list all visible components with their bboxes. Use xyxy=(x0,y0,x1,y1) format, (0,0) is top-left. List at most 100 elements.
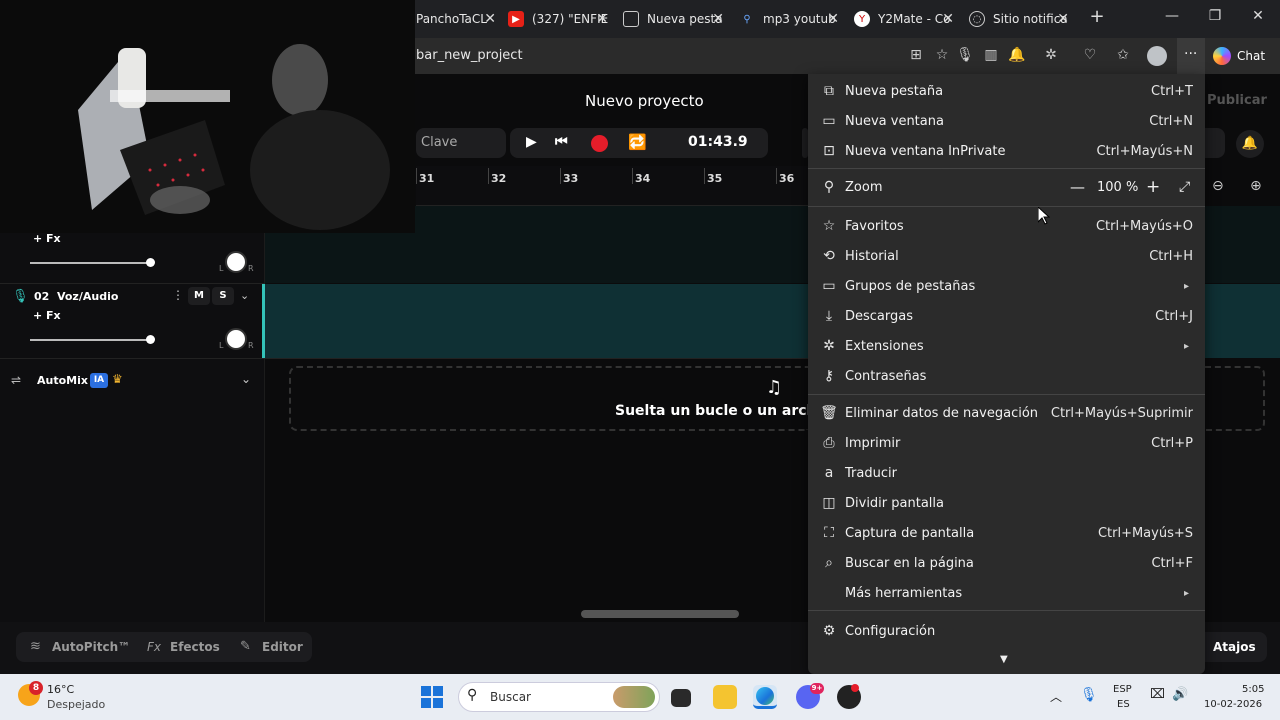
menu-item-screenshot[interactable]: ⛶ Captura de pantalla Ctrl+Mayús+S xyxy=(808,518,1205,548)
app-available-icon[interactable]: ⊞ xyxy=(907,46,925,64)
menu-item-print[interactable]: ⎙ Imprimir Ctrl+P xyxy=(808,428,1205,458)
record-icon[interactable] xyxy=(591,135,608,152)
close-tab-icon[interactable]: ✕ xyxy=(596,11,608,27)
network-icon[interactable]: ⌧ xyxy=(1150,687,1165,702)
chevron-up-icon[interactable]: ︿ xyxy=(1050,688,1062,705)
close-tab-icon[interactable]: ✕ xyxy=(712,11,724,27)
profile-avatar[interactable] xyxy=(1147,46,1167,66)
zoom-plus-button[interactable]: + xyxy=(1146,177,1160,197)
tab-youtube[interactable]: ▶ (327) "ENFIE ✕ xyxy=(508,0,608,38)
tab-nueva-pestana[interactable]: Nueva pesta ✕ xyxy=(623,0,724,38)
new-tab-button[interactable]: + xyxy=(1087,6,1107,27)
maximize-button[interactable]: ❐ xyxy=(1205,8,1225,24)
track-menu-icon[interactable]: ⋮ xyxy=(172,288,184,302)
menu-item-inprivate[interactable]: ⊡ Nueva ventana InPrivate Ctrl+Mayús+N xyxy=(808,136,1205,166)
minimize-button[interactable]: — xyxy=(1162,8,1182,24)
address-input[interactable]: bar_new_project xyxy=(416,48,523,63)
browser-essentials-icon[interactable]: ♡ xyxy=(1081,46,1099,64)
close-tab-icon[interactable]: ✕ xyxy=(942,11,954,27)
weather-temp[interactable]: 16°C xyxy=(47,683,74,696)
zoom-in-icon[interactable]: ⊕ xyxy=(1250,178,1262,194)
loop-icon[interactable]: 🔁 xyxy=(628,133,647,151)
tab-mp3-youtube[interactable]: ⚲ mp3 youtub ✕ xyxy=(739,0,839,38)
menu-item-tab-groups[interactable]: ▭ Grupos de pestañas ▸ xyxy=(808,271,1205,301)
volume-handle[interactable] xyxy=(146,258,155,267)
notifications-icon[interactable]: 🔔 xyxy=(1008,46,1026,64)
play-icon[interactable]: ▶ xyxy=(526,134,537,150)
skip-back-icon[interactable]: ⏮ xyxy=(555,134,568,150)
scroll-down-icon[interactable]: ▼ xyxy=(1000,654,1008,665)
shortcuts-button[interactable]: Atajos xyxy=(1205,632,1267,662)
tab-sitio-notificacion[interactable]: ◌ Sitio notifica ✕ xyxy=(969,0,1069,38)
menu-item-new-tab[interactable]: ⧉ Nueva pestaña Ctrl+T xyxy=(808,76,1205,106)
settings-more-button[interactable]: ··· xyxy=(1177,38,1205,74)
task-view-icon[interactable] xyxy=(671,689,691,707)
publish-button[interactable]: Publicar xyxy=(1205,84,1280,116)
favorite-star-icon[interactable]: ☆ xyxy=(933,46,951,64)
volume-slider[interactable] xyxy=(30,339,150,341)
autopitch-button[interactable]: AutoPitch™ xyxy=(52,640,130,654)
menu-item-extensions[interactable]: ✲ Extensiones ▸ xyxy=(808,331,1205,361)
file-explorer-icon[interactable] xyxy=(713,685,737,709)
project-title[interactable]: Nuevo proyecto xyxy=(585,92,704,110)
reading-view-icon[interactable]: ▥ xyxy=(982,46,1000,64)
menu-item-history[interactable]: ⟲ Historial Ctrl+H xyxy=(808,241,1205,271)
menu-item-settings[interactable]: ⚙ Configuración xyxy=(808,616,1205,646)
track-name[interactable]: 02 Voz/Audio xyxy=(34,290,118,303)
toolbar-pill-right[interactable] xyxy=(1205,128,1225,158)
close-window-button[interactable]: ✕ xyxy=(1248,8,1268,24)
editor-button[interactable]: Editor xyxy=(262,640,303,654)
language-top[interactable]: ESP xyxy=(1113,684,1132,695)
menu-item-find[interactable]: ⌕ Buscar en la página Ctrl+F xyxy=(808,548,1205,578)
fullscreen-icon[interactable]: ⤢ xyxy=(1179,179,1190,195)
taskbar-search[interactable]: ⚲ Buscar xyxy=(458,682,660,712)
add-fx-button[interactable]: + Fx xyxy=(33,232,61,245)
drop-zone-right[interactable] xyxy=(1205,366,1265,431)
track-lane-2[interactable] xyxy=(265,284,808,358)
key-button[interactable]: Clave xyxy=(416,128,506,158)
volume-handle[interactable] xyxy=(146,335,155,344)
menu-item-split-screen[interactable]: ◫ Dividir pantalla xyxy=(808,488,1205,518)
horizontal-scrollbar[interactable] xyxy=(581,610,739,618)
menu-item-favorites[interactable]: ☆ Favoritos Ctrl+Mayús+O xyxy=(808,211,1205,241)
extensions-icon[interactable]: ✲ xyxy=(1042,46,1060,64)
track-lane-1-right[interactable] xyxy=(1205,206,1280,283)
menu-label: Traducir xyxy=(845,465,897,481)
solo-button[interactable]: S xyxy=(212,287,234,305)
automix-label[interactable]: AutoMix xyxy=(37,374,88,387)
drop-zone[interactable] xyxy=(289,366,808,431)
menu-item-more-tools[interactable]: Más herramientas ▸ xyxy=(808,578,1205,608)
timeline-ruler[interactable] xyxy=(416,166,808,206)
menu-item-translate[interactable]: a Traducir xyxy=(808,458,1205,488)
menu-separator xyxy=(808,394,1205,395)
tab-panchotacl[interactable]: PanchoTaCL ✕ xyxy=(416,0,496,38)
favorites-icon[interactable]: ✩ xyxy=(1114,46,1132,64)
zoom-out-icon[interactable]: ⊖ xyxy=(1212,178,1224,194)
microphone-icon[interactable]: 🎙 xyxy=(956,46,974,64)
edge-icon[interactable] xyxy=(753,685,777,709)
zoom-minus-button[interactable]: — xyxy=(1070,178,1085,196)
menu-item-clear-data[interactable]: 🗑 Eliminar datos de navegación Ctrl+Mayús+… xyxy=(808,398,1205,428)
track-lane-2-right[interactable] xyxy=(1205,284,1280,358)
add-fx-button[interactable]: + Fx xyxy=(33,309,61,322)
close-tab-icon[interactable]: ✕ xyxy=(827,11,839,27)
menu-item-new-window[interactable]: ▭ Nueva ventana Ctrl+N xyxy=(808,106,1205,136)
copilot-chat-button[interactable]: Chat xyxy=(1213,44,1275,68)
chevron-down-icon[interactable]: ⌄ xyxy=(240,289,249,302)
windows-start-icon[interactable] xyxy=(421,686,443,708)
pan-knob[interactable] xyxy=(225,251,247,273)
volume-icon[interactable]: 🔊 xyxy=(1172,687,1188,702)
pan-knob[interactable] xyxy=(225,328,247,350)
bell-icon[interactable]: 🔔 xyxy=(1236,130,1264,158)
volume-slider[interactable] xyxy=(30,262,150,264)
tab-y2mate[interactable]: Y Y2Mate - Co ✕ xyxy=(854,0,954,38)
chevron-down-icon[interactable]: ⌄ xyxy=(241,372,251,386)
menu-item-downloads[interactable]: ⤓ Descargas Ctrl+J xyxy=(808,301,1205,331)
menu-item-passwords[interactable]: ⚷ Contraseñas xyxy=(808,361,1205,391)
close-tab-icon[interactable]: ✕ xyxy=(1057,11,1069,27)
effects-button[interactable]: Efectos xyxy=(170,640,220,654)
clock-time[interactable]: 5:05 xyxy=(1242,684,1264,695)
close-tab-icon[interactable]: ✕ xyxy=(484,11,496,27)
mute-button[interactable]: M xyxy=(188,287,210,305)
microphone-icon[interactable]: 🎙 xyxy=(1080,687,1098,703)
